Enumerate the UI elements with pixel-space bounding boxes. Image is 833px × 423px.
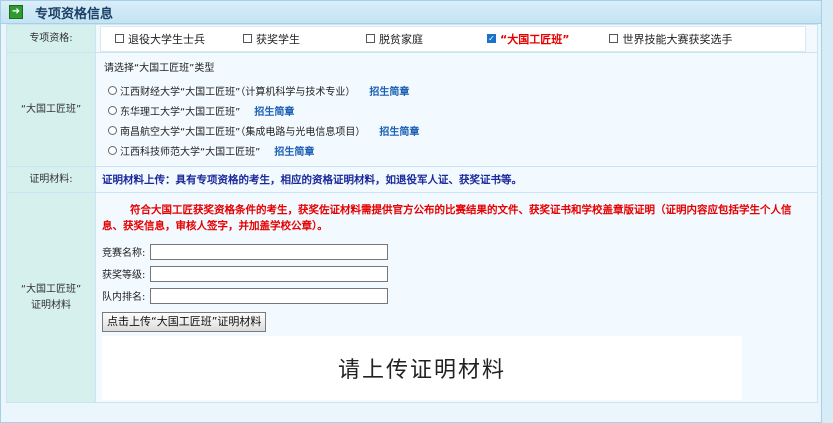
radio-icon[interactable] [108,105,117,115]
checkbox-icon[interactable] [366,34,375,43]
radio-option-jxstnu[interactable]: 江西科技师范大学“大国工匠班” 招生简章 [108,140,809,160]
brochure-link[interactable]: 招生简章 [379,123,419,138]
radio-option-jxufe[interactable]: 江西财经大学“大国工匠班”（计算机科学与技术专业） 招生简章 [108,80,809,100]
checkbox-icon[interactable] [609,34,619,43]
qualification-form: 专项资格: 退役大学生士兵 获奖学生 脱贫家庭 ✓ “大国工匠班” 世界技能大赛… [6,24,818,403]
proof-instructions: 证明材料上传：具有专项资格的考生，相应的资格证明材料，如退役军人证、获奖证书等。 [102,174,522,186]
brochure-link[interactable]: 招生简章 [369,83,409,98]
type-prompt: 请选择“大国工匠班”类型 [104,63,215,74]
brochure-link[interactable]: 招生简章 [274,143,314,158]
radio-icon[interactable] [108,145,117,155]
award-level-row: 获奖等级: [102,264,817,284]
radio-option-ecut[interactable]: 东华理工大学“大国工匠班” 招生简章 [108,100,809,120]
checkbox-award-student[interactable]: 获奖学生 [243,31,300,47]
craftsman-type-label: “大国工匠班” [6,52,96,167]
qualification-label: 专项资格: [6,24,96,53]
radio-icon[interactable] [108,125,117,135]
arrow-right-icon: ➜ [9,5,23,19]
upload-notice: 符合大国工匠获奖资格条件的考生，获奖佐证材料需提供官方公布的比赛结果的文件、获奖… [102,203,792,232]
proof-label: 证明材料: [6,166,96,193]
brochure-link[interactable]: 招生简章 [254,103,294,118]
panel-title: 专项资格信息 [35,6,114,22]
upload-preview: 请上传证明材料 [102,335,742,400]
team-rank-input[interactable] [150,287,388,304]
upload-proof-button[interactable]: 点击上传“大国工匠班”证明材料 [102,311,267,332]
award-level-input[interactable] [150,265,388,282]
qualification-options: 退役大学生士兵 获奖学生 脱贫家庭 ✓ “大国工匠班” 世界技能大赛获奖选手 [100,25,806,52]
checkbox-poverty-family[interactable]: 脱贫家庭 [366,31,423,47]
checkbox-veteran-student[interactable]: 退役大学生士兵 [115,31,205,47]
competition-name-input[interactable] [150,243,388,260]
checkbox-icon[interactable] [115,34,124,43]
special-qualification-panel: ➜ 专项资格信息 专项资格: 退役大学生士兵 获奖学生 脱贫家庭 ✓ “大国工匠… [0,0,822,423]
radio-icon[interactable] [108,85,117,95]
checkbox-world-skills[interactable]: 世界技能大赛获奖选手 [609,31,732,47]
checkbox-checked-icon[interactable]: ✓ [487,34,496,43]
checkbox-craftsman-class[interactable]: ✓ “大国工匠班” [487,31,569,47]
panel-titlebar: ➜ 专项资格信息 [1,1,821,24]
checkbox-icon[interactable] [243,34,252,43]
upload-label: “大国工匠班” 证明材料 [6,192,96,403]
team-rank-row: 队内排名: [102,286,817,306]
competition-name-row: 竞赛名称: [102,242,817,262]
radio-option-nchu[interactable]: 南昌航空大学“大国工匠班”（集成电路与光电信息项目） 招生简章 [108,120,809,140]
